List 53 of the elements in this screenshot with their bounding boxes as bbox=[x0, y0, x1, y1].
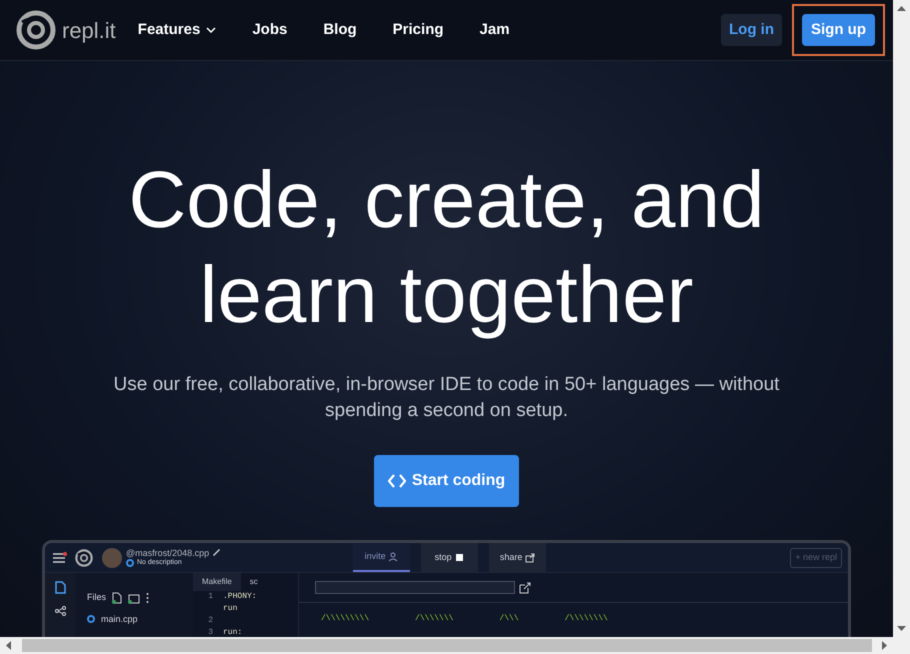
code-line: run bbox=[223, 603, 238, 615]
editor-tab[interactable]: sc bbox=[240, 573, 267, 591]
logo-icon[interactable] bbox=[16, 10, 56, 50]
login-button[interactable]: Log in bbox=[721, 14, 782, 46]
c-language-icon bbox=[126, 558, 134, 566]
person-icon bbox=[388, 552, 399, 562]
ide-tab[interactable]: share bbox=[489, 543, 546, 572]
code-line: .PHONY: bbox=[223, 591, 257, 603]
editor-tab[interactable]: Makefile bbox=[193, 573, 241, 591]
new-folder-icon[interactable] bbox=[128, 592, 140, 604]
square-icon bbox=[454, 552, 465, 562]
scroll-right-icon[interactable] bbox=[882, 641, 887, 650]
hero-title: Code, create, and learn together bbox=[128, 154, 764, 341]
line-number: 1 bbox=[207, 591, 214, 603]
line-number: 3 bbox=[207, 627, 214, 637]
nav-link[interactable]: Features bbox=[138, 18, 216, 42]
pencil-icon[interactable] bbox=[212, 548, 222, 557]
avatar bbox=[102, 548, 122, 568]
new-file-icon[interactable] bbox=[112, 592, 122, 604]
start-coding-button[interactable]: Start coding bbox=[374, 455, 519, 507]
signup-button[interactable]: Sign up bbox=[802, 14, 875, 46]
console-output: /\\\ bbox=[499, 613, 519, 625]
nav-link[interactable]: Blog bbox=[323, 18, 357, 42]
ide-tab[interactable]: invite bbox=[353, 543, 410, 572]
menu-icon[interactable] bbox=[53, 552, 67, 564]
cpp-file-icon bbox=[87, 615, 95, 624]
scroll-up-icon[interactable] bbox=[897, 6, 906, 11]
nav-link[interactable]: Pricing bbox=[392, 18, 444, 42]
scroll-left-icon[interactable] bbox=[6, 641, 11, 650]
share-icon bbox=[525, 552, 536, 562]
url-field[interactable] bbox=[315, 581, 515, 594]
external-link-icon[interactable] bbox=[519, 582, 531, 594]
repl-name[interactable]: @masfrost/2048.cpp bbox=[126, 548, 210, 558]
console-output: /\\\\\\\\\ bbox=[321, 613, 370, 625]
nav-link[interactable]: Jam bbox=[480, 18, 510, 42]
line-number: 2 bbox=[207, 615, 214, 627]
file-item[interactable]: main.cpp bbox=[101, 612, 138, 626]
scroll-down-icon[interactable] bbox=[897, 626, 906, 631]
console-output: /\\\\\\\ bbox=[415, 613, 454, 625]
more-icon[interactable] bbox=[146, 592, 150, 604]
hero-subtitle: Use our free, collaborative, in-browser IDE to code in 50+ languages — without spending a second on setup. bbox=[112, 373, 780, 423]
code-brackets-icon bbox=[388, 473, 406, 489]
file-icon[interactable] bbox=[54, 581, 66, 594]
scrollbar-thumb[interactable] bbox=[22, 639, 872, 652]
nav-link[interactable]: Jobs bbox=[252, 18, 288, 42]
logo-icon[interactable] bbox=[75, 548, 93, 566]
console-output: /\\\\\\\\ bbox=[564, 613, 608, 625]
logo-text[interactable]: repl.it bbox=[62, 14, 116, 46]
files-title: Files bbox=[87, 591, 106, 604]
chevron-down-icon bbox=[206, 27, 216, 33]
share-nodes-icon[interactable] bbox=[54, 606, 66, 616]
ide-tab[interactable]: stop bbox=[421, 543, 478, 572]
code-line: run: bbox=[223, 627, 242, 637]
